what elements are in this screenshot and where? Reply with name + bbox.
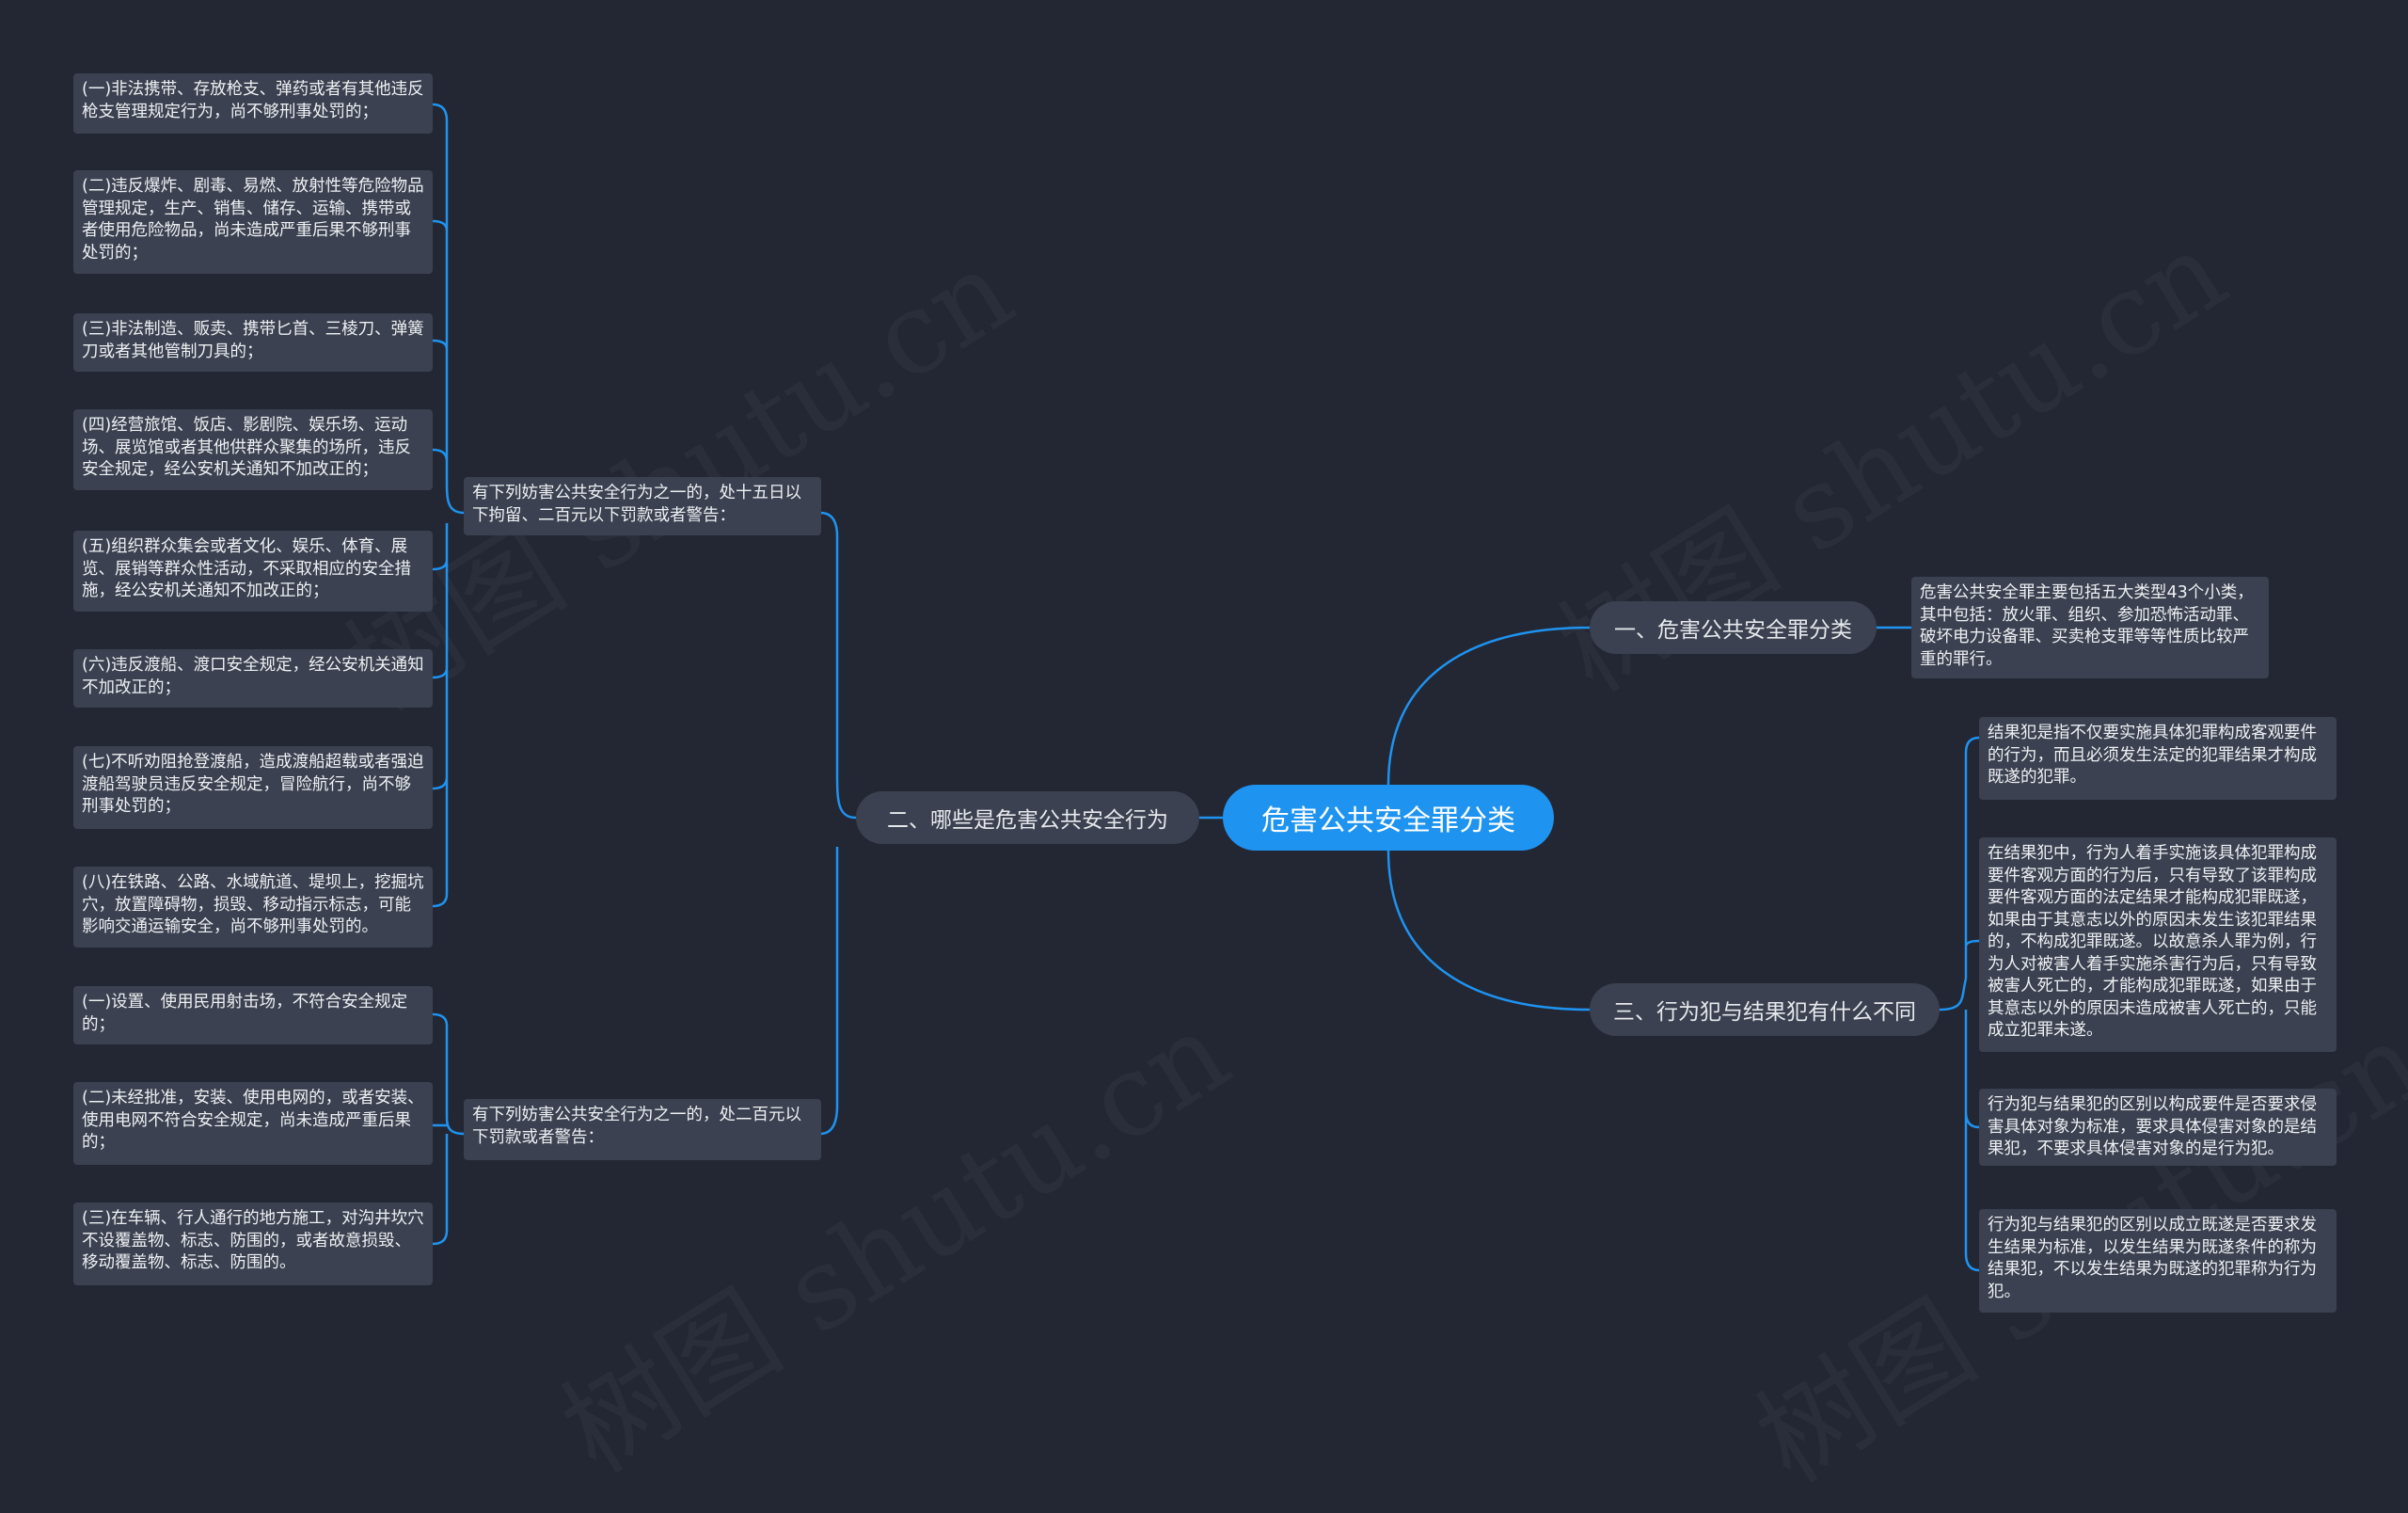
item-detention-7[interactable]: (七)不听劝阻抢登渡船，造成渡船超载或者强迫渡船驾驶员违反安全规定，冒险航行，尚… bbox=[73, 746, 433, 829]
branch-behavior-vs-result[interactable]: 三、行为犯与结果犯有什么不同 bbox=[1590, 983, 1940, 1036]
connector-group2-items bbox=[432, 1012, 465, 1246]
leaf-result-crime-definition[interactable]: 结果犯是指不仅要实施具体犯罪构成客观要件的行为，而且必须发生法定的犯罪结果才构成… bbox=[1979, 717, 2337, 800]
group-fine-warning[interactable]: 有下列妨害公共安全行为之一的，处二百元以下罚款或者警告： bbox=[464, 1099, 821, 1160]
leaf-result-crime-detail[interactable]: 在结果犯中，行为人着手实施该具体犯罪构成要件客观方面的行为后，只有导致了该罪构成… bbox=[1979, 837, 2337, 1052]
item-detention-6[interactable]: (六)违反渡船、渡口安全规定，经公安机关通知不加改正的； bbox=[73, 649, 433, 708]
item-fine-2[interactable]: (二)未经批准，安装、使用电网的，或者安装、使用电网不符合安全规定，尚未造成严重… bbox=[73, 1082, 433, 1165]
item-fine-1[interactable]: (一)设置、使用民用射击场，不符合安全规定的； bbox=[73, 986, 433, 1044]
item-detention-3[interactable]: (三)非法制造、贩卖、携带匕首、三棱刀、弹簧刀或者其他管制刀具的； bbox=[73, 313, 433, 372]
connector-root-branch3 bbox=[1386, 850, 1591, 1011]
item-detention-2[interactable]: (二)违反爆炸、剧毒、易燃、放射性等危险物品管理规定，生产、销售、储存、运输、携… bbox=[73, 170, 433, 274]
connector-root-branch1 bbox=[1386, 626, 1591, 786]
connector-branch2-groups bbox=[819, 511, 857, 1136]
leaf-difference-object[interactable]: 行为犯与结果犯的区别以构成要件是否要求侵害具体对象为标准，要求具体侵害对象的是结… bbox=[1979, 1089, 2337, 1166]
item-fine-3[interactable]: (三)在车辆、行人通行的地方施工，对沟井坎穴不设覆盖物、标志、防围的，或者故意损… bbox=[73, 1202, 433, 1285]
leaf-difference-result[interactable]: 行为犯与结果犯的区别以成立既遂是否要求发生结果为标准，以发生结果为既遂条件的称为… bbox=[1979, 1209, 2337, 1313]
item-detention-4[interactable]: (四)经营旅馆、饭店、影剧院、娱乐场、运动场、展览馆或者其他供群众聚集的场所，违… bbox=[73, 409, 433, 490]
item-detention-1[interactable]: (一)非法携带、存放枪支、弹药或者有其他违反枪支管理规定行为，尚不够刑事处罚的； bbox=[73, 73, 433, 134]
branch-categories[interactable]: 一、危害公共安全罪分类 bbox=[1590, 601, 1877, 654]
item-detention-8[interactable]: (八)在铁路、公路、水域航道、堤坝上，挖掘坑穴，放置障碍物，损毁、移动指示标志，… bbox=[73, 867, 433, 948]
root-node[interactable]: 危害公共安全罪分类 bbox=[1223, 785, 1554, 851]
group-detention-penalty[interactable]: 有下列妨害公共安全行为之一的，处十五日以下拘留、二百元以下罚款或者警告： bbox=[464, 477, 821, 535]
connector-group1-items bbox=[432, 103, 465, 908]
branch-public-safety-acts[interactable]: 二、哪些是危害公共安全行为 bbox=[856, 791, 1199, 844]
leaf-categories-summary[interactable]: 危害公共安全罪主要包括五大类型43个小类，其中包括：放火罪、组织、参加恐怖活动罪… bbox=[1911, 577, 2269, 678]
item-detention-5[interactable]: (五)组织群众集会或者文化、娱乐、体育、展览、展销等群众性活动，不采取相应的安全… bbox=[73, 531, 433, 612]
connector-branch3-leaves bbox=[1939, 736, 1980, 1272]
